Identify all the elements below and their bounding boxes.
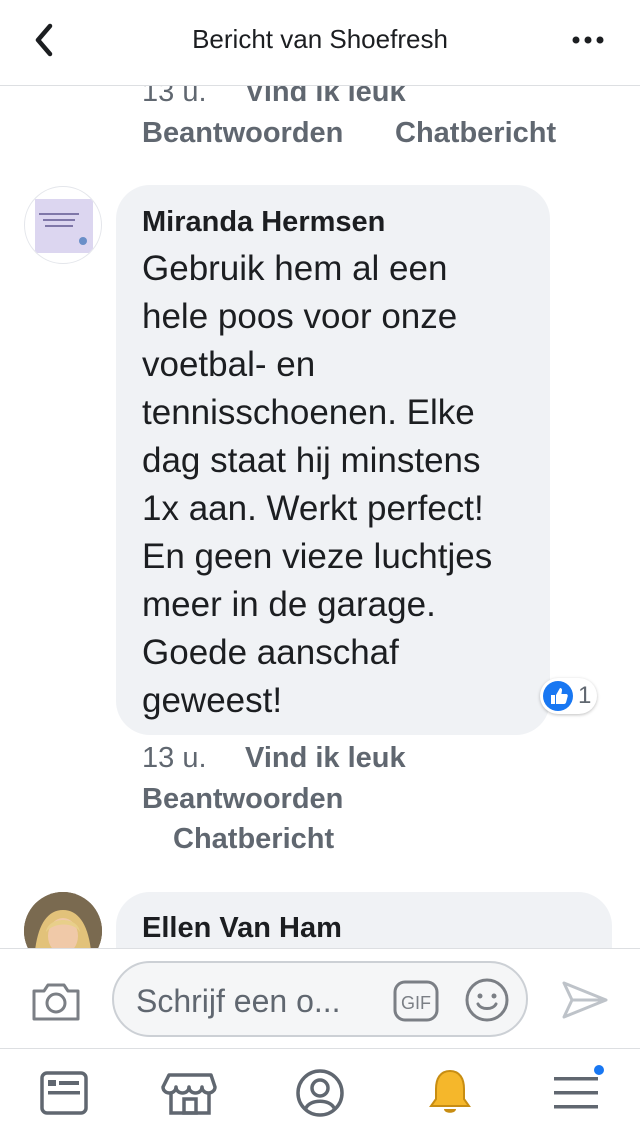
tab-notifications[interactable] bbox=[420, 1063, 480, 1123]
reply-link[interactable]: Beantwoorden bbox=[142, 117, 343, 150]
like-reaction-icon bbox=[543, 681, 573, 711]
comment-line: meer in de garage. bbox=[142, 585, 436, 624]
smiley-icon bbox=[465, 978, 509, 1022]
send-icon bbox=[562, 981, 608, 1019]
reply-link[interactable]: Beantwoorden bbox=[142, 783, 343, 816]
comment-author[interactable]: Ellen Van Ham bbox=[142, 912, 342, 945]
comment-line: voetbal- en bbox=[142, 345, 316, 384]
tab-menu[interactable] bbox=[546, 1063, 606, 1123]
tab-news-feed[interactable] bbox=[34, 1063, 94, 1123]
comment-line: En geen vieze luchtjes bbox=[142, 537, 493, 576]
comment-line: Goede aanschaf bbox=[142, 633, 399, 672]
like-link[interactable]: Vind ik leuk bbox=[245, 86, 406, 109]
avatar-image bbox=[24, 892, 102, 948]
comment-text: Gebruik hem al een hele poos voor onze v… bbox=[142, 245, 492, 725]
gif-icon: GIF bbox=[393, 980, 439, 1022]
comment-thread[interactable]: 13 u. Vind ik leuk Beantwoorden Chatberi… bbox=[0, 86, 640, 948]
comment-line: hele poos voor onze bbox=[142, 297, 458, 336]
bell-icon bbox=[429, 1069, 471, 1113]
gif-button[interactable]: GIF bbox=[392, 979, 440, 1023]
comment-author[interactable]: Miranda Hermsen bbox=[142, 206, 385, 239]
comment-line: 1x aan. Werkt perfect! bbox=[142, 489, 484, 528]
comment-line: dag staat hij minstens bbox=[142, 441, 481, 480]
camera-icon bbox=[32, 983, 80, 1021]
more-options-button[interactable] bbox=[570, 30, 610, 50]
comment-time: 13 u. bbox=[142, 742, 207, 774]
comment-input-placeholder: Schrijf een o... bbox=[136, 983, 341, 1019]
marketplace-icon bbox=[161, 1073, 217, 1115]
avatar-image bbox=[35, 199, 93, 253]
tab-marketplace[interactable] bbox=[160, 1063, 220, 1123]
profile-icon bbox=[296, 1069, 344, 1117]
reaction-badge[interactable]: 1 bbox=[540, 678, 598, 714]
avatar[interactable] bbox=[24, 892, 102, 948]
more-dots-icon bbox=[572, 36, 604, 44]
app-header: Bericht van Shoefresh bbox=[0, 0, 640, 86]
gif-label: GIF bbox=[401, 993, 431, 1013]
notification-dot bbox=[592, 1063, 606, 1077]
reaction-count: 1 bbox=[578, 682, 592, 709]
like-link[interactable]: Vind ik leuk bbox=[245, 742, 406, 775]
tab-profile[interactable] bbox=[290, 1063, 350, 1123]
emoji-button[interactable] bbox=[464, 977, 510, 1023]
chat-link[interactable]: Chatbericht bbox=[173, 823, 334, 856]
comment-line: geweest! bbox=[142, 681, 283, 720]
news-feed-icon bbox=[40, 1071, 88, 1115]
page-title: Bericht van Shoefresh bbox=[192, 24, 448, 54]
comment-line: Gebruik hem al een bbox=[142, 249, 448, 288]
send-button[interactable] bbox=[560, 977, 610, 1023]
avatar[interactable] bbox=[24, 186, 102, 264]
bottom-tab-bar bbox=[0, 1048, 640, 1136]
chat-link[interactable]: Chatbericht bbox=[395, 117, 556, 150]
comment-line: tennisschoenen. Elke bbox=[142, 393, 475, 432]
comment-input[interactable]: Schrijf een o... GIF bbox=[112, 961, 528, 1037]
camera-button[interactable] bbox=[30, 979, 82, 1023]
comment-time: 13 u. bbox=[142, 86, 207, 108]
comment-composer: Schrijf een o... GIF bbox=[0, 948, 640, 1048]
